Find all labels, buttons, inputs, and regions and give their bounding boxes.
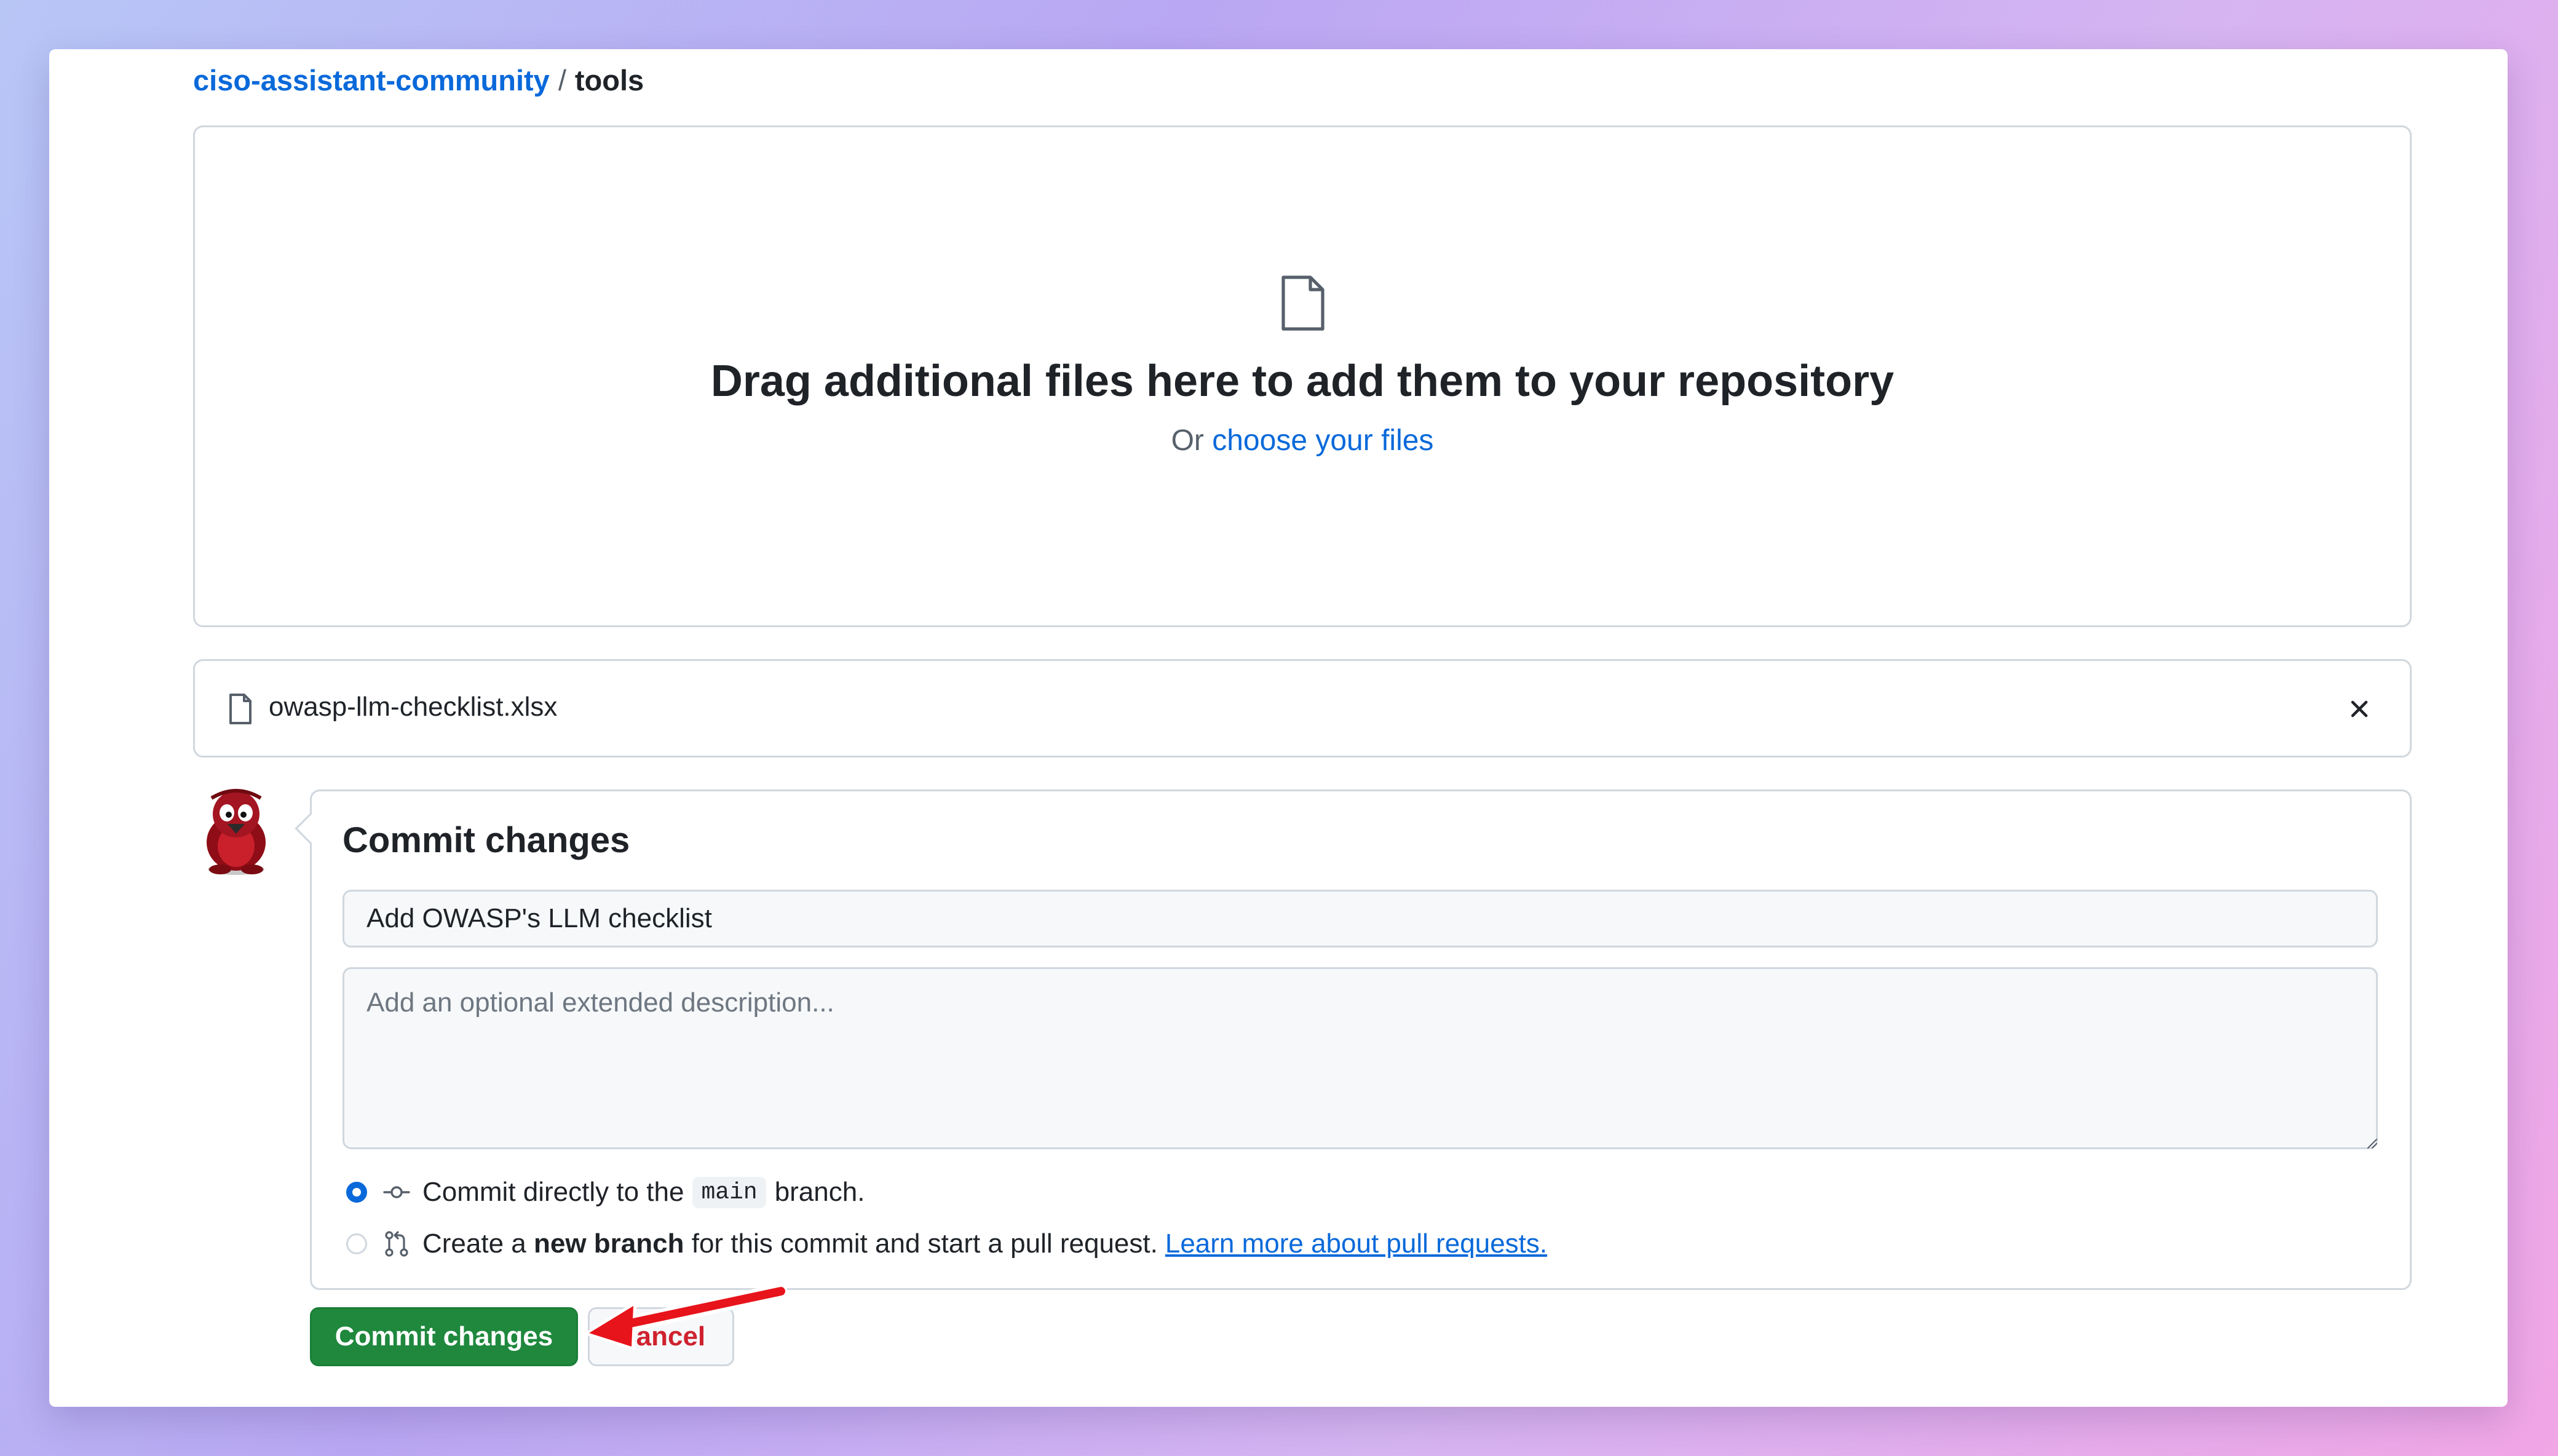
new-branch-option[interactable]: Create a new branch for this commit and …: [346, 1224, 1547, 1264]
remove-file-button[interactable]: [2341, 690, 2378, 727]
branch-name-chip: main: [692, 1176, 766, 1208]
user-avatar: [207, 789, 266, 875]
uploaded-file-row: owasp-llm-checklist.xlsx: [193, 659, 2412, 758]
new-branch-suffix: for this commit and start a pull request…: [691, 1228, 1158, 1259]
commit-direct-prefix: Commit directly to the: [422, 1177, 684, 1207]
file-dropzone[interactable]: Drag additional files here to add them t…: [193, 125, 2412, 627]
git-pull-request-icon: [385, 1231, 408, 1257]
annotation-arrow-icon: [583, 1283, 787, 1350]
commit-form-title: Commit changes: [343, 820, 630, 860]
choose-files-link[interactable]: choose your files: [1212, 424, 1433, 457]
breadcrumb: ciso-assistant-community / tools: [193, 57, 644, 103]
commit-direct-option[interactable]: Commit directly to the main branch.: [346, 1173, 865, 1212]
breadcrumb-separator: /: [558, 63, 566, 97]
git-commit-icon: [383, 1186, 410, 1198]
learn-more-pull-requests-link[interactable]: Learn more about pull requests.: [1165, 1228, 1547, 1259]
commit-changes-button[interactable]: Commit changes: [310, 1307, 578, 1366]
breadcrumb-repo-name: tools: [574, 63, 644, 97]
dropzone-subtitle: Or choose your files: [195, 424, 2410, 457]
commit-summary-input[interactable]: [343, 890, 2378, 948]
close-icon: [2351, 700, 2368, 718]
commit-direct-radio[interactable]: [346, 1182, 367, 1203]
new-branch-radio[interactable]: [346, 1233, 367, 1254]
commit-form: Commit changes Commit directly to the ma…: [310, 789, 2412, 1290]
dropzone-or-text: Or: [1171, 424, 1204, 457]
commit-description-input[interactable]: [343, 967, 2378, 1149]
uploaded-file-name: owasp-llm-checklist.xlsx: [269, 692, 558, 722]
commit-direct-suffix: branch.: [774, 1177, 865, 1207]
file-icon: [229, 694, 251, 724]
new-branch-bold-text: new branch: [534, 1228, 684, 1259]
browser-window: ciso-assistant-community / tools Drag ad…: [49, 49, 2508, 1407]
resize-grip-icon[interactable]: [2364, 1136, 2378, 1149]
dropzone-title: Drag additional files here to add them t…: [710, 357, 1895, 406]
new-branch-prefix: Create a: [422, 1228, 526, 1259]
file-icon: [1281, 275, 1325, 331]
breadcrumb-owner-link[interactable]: ciso-assistant-community: [193, 63, 550, 97]
